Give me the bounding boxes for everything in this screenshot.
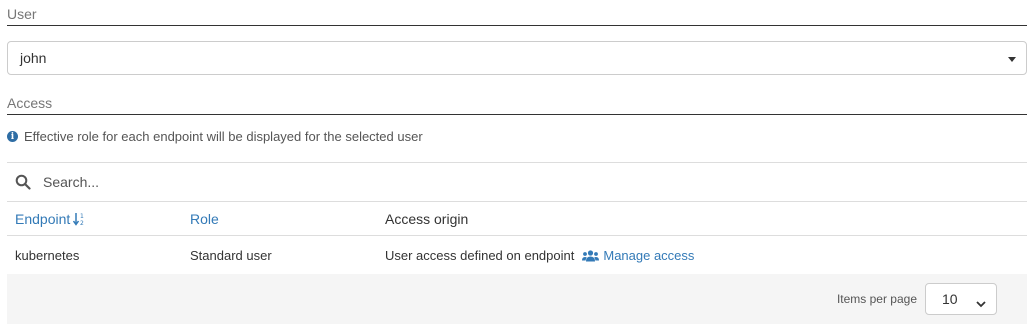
table-footer: Items per page 10 (7, 274, 1027, 324)
table-header: Endpoint 1 2 Role Access origin (7, 202, 1027, 236)
user-select[interactable]: john (7, 41, 1027, 75)
info-message: i Effective role for each endpoint will … (7, 129, 423, 144)
user-select-value: john (20, 50, 47, 66)
access-section-divider (7, 114, 1027, 115)
search-icon (15, 174, 31, 190)
user-section-title: User (7, 6, 37, 22)
role-cell: Standard user (190, 248, 272, 263)
svg-text:2: 2 (80, 220, 84, 226)
caret-down-icon (1008, 57, 1016, 62)
manage-access-link[interactable]: Manage access (582, 248, 694, 263)
search-input[interactable] (41, 173, 441, 191)
manage-access-label: Manage access (603, 248, 695, 263)
column-header-access-origin: Access origin (385, 211, 469, 227)
user-section-divider (7, 25, 1027, 26)
table-row: kubernetes Standard user User access def… (7, 236, 1027, 274)
items-per-page-value: 10 (942, 291, 958, 307)
info-circle-icon: i (7, 131, 18, 142)
users-icon (582, 249, 600, 262)
info-text: Effective role for each endpoint will be… (24, 129, 423, 144)
items-per-page-label: Items per page (836, 292, 917, 306)
search-bar (7, 162, 1027, 202)
endpoint-cell: kubernetes (15, 248, 80, 263)
chevron-down-icon (976, 295, 986, 311)
access-table: Endpoint 1 2 Role Access origin kubernet… (7, 162, 1027, 324)
svg-text:1: 1 (80, 213, 84, 220)
column-header-role[interactable]: Role (190, 211, 219, 227)
sort-alpha-icon: 1 2 (73, 212, 87, 229)
access-section-title: Access (7, 95, 53, 111)
column-header-endpoint-label: Endpoint (15, 211, 71, 227)
column-header-endpoint[interactable]: Endpoint 1 2 (15, 211, 87, 229)
items-per-page-select[interactable]: 10 (925, 283, 997, 315)
access-origin-cell: User access defined on endpoint Manage a… (385, 248, 694, 263)
access-origin-text: User access defined on endpoint (385, 248, 575, 263)
